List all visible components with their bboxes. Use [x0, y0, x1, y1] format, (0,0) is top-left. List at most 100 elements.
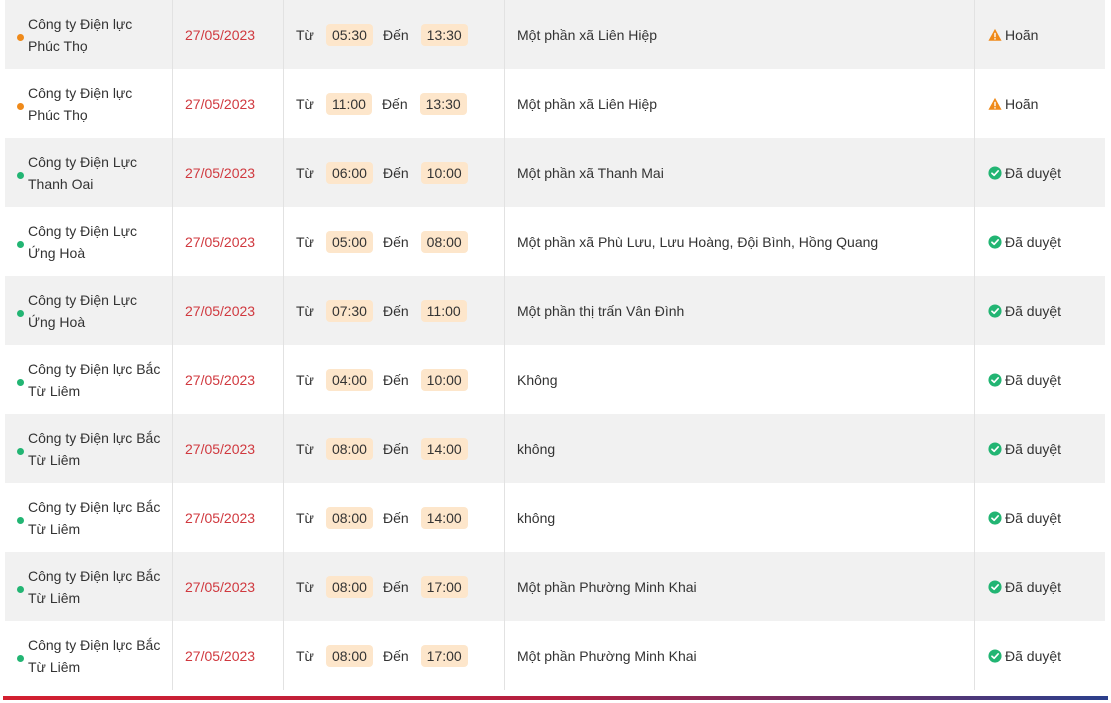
company-name-line2: Phúc Thọ — [28, 37, 88, 54]
company-name-line2: Phúc Thọ — [28, 106, 88, 123]
company-name-line2: Từ Liêm — [28, 589, 81, 606]
company-cell: Công ty Điện lực Bắc Từ Liêm — [5, 414, 173, 483]
end-time: 11:00 — [420, 299, 467, 322]
status-cell: Đã duyệt — [975, 345, 1105, 414]
status-dot — [17, 240, 24, 248]
start-time: 08:00 — [325, 506, 373, 529]
company-name-line1: Công ty Điện lực Bắc — [28, 360, 161, 377]
table-row[interactable]: Công ty Điện lực Bắc Từ Liêm 27/05/2023 Từ 0… — [5, 621, 1105, 690]
outage-date: 27/05/2023 — [185, 26, 256, 43]
outage-date: 27/05/2023 — [185, 440, 256, 457]
company-cell: Công ty Điện Lực Ứng Hoà — [5, 207, 173, 276]
outage-area: Một phần Phường Minh Khai — [517, 647, 697, 664]
company-cell: Công ty Điện lực Bắc Từ Liêm — [5, 345, 173, 414]
area-cell: Một phần xã Thanh Mai — [505, 138, 975, 207]
check-circle-icon — [988, 648, 1002, 663]
outage-schedule-table: Công ty Điện lực Phúc Thọ 27/05/2023 Từ 05:3… — [5, 0, 1105, 690]
from-label: Từ — [296, 95, 314, 112]
to-label: Đến — [381, 95, 408, 112]
start-time: 11:00 — [325, 92, 372, 115]
date-cell: 27/05/2023 — [173, 552, 284, 621]
table-row[interactable]: Công ty Điện Lực Ứng Hoà 27/05/2023 Từ 07:30… — [5, 276, 1105, 345]
outage-area: không — [517, 440, 556, 457]
check-circle-icon — [988, 234, 1002, 249]
company-name: Công ty Điện Lực Thanh Oai — [28, 151, 137, 195]
status-badge: Đã duyệt — [988, 372, 1061, 388]
status-cell: Hoãn — [975, 0, 1105, 69]
status-dot — [17, 171, 24, 179]
table-row[interactable]: Công ty Điện lực Bắc Từ Liêm 27/05/2023 Từ 0… — [5, 345, 1105, 414]
time-cell: Từ 04:00 Đến 10:00 — [284, 345, 505, 414]
to-label: Đến — [382, 371, 409, 388]
outage-date: 27/05/2023 — [185, 95, 256, 112]
table-row[interactable]: Công ty Điện lực Phúc Thọ 27/05/2023 Từ 11:0… — [5, 69, 1105, 138]
table-row[interactable]: Công ty Điện lực Bắc Từ Liêm 27/05/2023 Từ 0… — [5, 483, 1105, 552]
time-cell: Từ 06:00 Đến 10:00 — [284, 138, 505, 207]
table-row[interactable]: Công ty Điện Lực Thanh Oai 27/05/2023 Từ 06:… — [5, 138, 1105, 207]
to-label: Đến — [382, 26, 409, 43]
status-cell: Đã duyệt — [975, 138, 1105, 207]
status-badge: Đã duyệt — [988, 165, 1061, 181]
warning-icon — [988, 97, 1002, 110]
area-cell: Một phần thị trấn Vân Đình — [505, 276, 975, 345]
area-cell: Một phần xã Liên Hiệp — [505, 69, 975, 138]
status-dot — [17, 447, 24, 455]
to-label: Đến — [382, 578, 409, 595]
start-time: 06:00 — [325, 161, 373, 184]
outage-area: Một phần xã Phù Lưu, Lưu Hoàng, Đội Bình… — [517, 233, 879, 250]
company-name-line1: Công ty Điện Lực — [28, 153, 137, 170]
check-circle-icon — [988, 441, 1002, 456]
warning-icon — [988, 28, 1002, 41]
outage-area: Một phần xã Liên Hiệp — [517, 26, 658, 43]
status-badge: Đã duyệt — [988, 303, 1061, 319]
area-cell: không — [505, 414, 975, 483]
status-dot — [17, 309, 24, 317]
company-name-line2: Thanh Oai — [28, 175, 94, 192]
outage-area: Một phần Phường Minh Khai — [517, 578, 697, 595]
end-time: 17:00 — [420, 575, 468, 598]
to-label: Đến — [382, 647, 409, 664]
outage-date: 27/05/2023 — [185, 578, 256, 595]
table-row[interactable]: Công ty Điện lực Bắc Từ Liêm 27/05/2023 Từ 0… — [5, 414, 1105, 483]
end-time: 10:00 — [420, 161, 468, 184]
table-row[interactable]: Công ty Điện lực Phúc Thọ 27/05/2023 Từ 05:3… — [5, 0, 1105, 69]
company-name-line2: Ứng Hoà — [28, 313, 86, 330]
date-cell: 27/05/2023 — [173, 138, 284, 207]
company-name: Công ty Điện lực Phúc Thọ — [28, 13, 132, 57]
status-cell: Đã duyệt — [975, 414, 1105, 483]
company-name-line1: Công ty Điện Lực — [28, 291, 137, 308]
table-row[interactable]: Công ty Điện Lực Ứng Hoà 27/05/2023 Từ 05:00… — [5, 207, 1105, 276]
outage-area: Một phần thị trấn Vân Đình — [517, 302, 685, 319]
table-row[interactable]: Công ty Điện lực Bắc Từ Liêm 27/05/2023 Từ 0… — [5, 552, 1105, 621]
company-name: Công ty Điện Lực Ứng Hoà — [28, 220, 137, 264]
outage-date: 27/05/2023 — [185, 164, 256, 181]
from-label: Từ — [296, 509, 314, 526]
from-label: Từ — [296, 233, 314, 250]
status-badge: Đã duyệt — [988, 441, 1061, 457]
company-cell: Công ty Điện Lực Ứng Hoà — [5, 276, 173, 345]
time-cell: Từ 08:00 Đến 14:00 — [284, 483, 505, 552]
status-label: Đã duyệt — [1005, 509, 1062, 526]
footer-gradient-bar — [3, 696, 1108, 700]
status-badge: Đã duyệt — [988, 579, 1061, 595]
status-label: Đã duyệt — [1005, 164, 1062, 181]
time-cell: Từ 05:30 Đến 13:30 — [284, 0, 505, 69]
end-time: 13:30 — [419, 92, 467, 115]
outage-date: 27/05/2023 — [185, 509, 256, 526]
company-name-line1: Công ty Điện lực Bắc — [28, 567, 161, 584]
company-name: Công ty Điện lực Bắc Từ Liêm — [28, 358, 160, 402]
area-cell: Một phần xã Phù Lưu, Lưu Hoàng, Đội Bình… — [505, 207, 975, 276]
company-name: Công ty Điện lực Bắc Từ Liêm — [28, 634, 160, 678]
start-time: 05:30 — [325, 23, 373, 46]
status-cell: Đã duyệt — [975, 552, 1105, 621]
date-cell: 27/05/2023 — [173, 276, 284, 345]
check-circle-icon — [988, 510, 1002, 525]
outage-date: 27/05/2023 — [185, 233, 256, 250]
date-cell: 27/05/2023 — [173, 69, 284, 138]
status-label: Đã duyệt — [1005, 302, 1062, 319]
company-cell: Công ty Điện lực Bắc Từ Liêm — [5, 483, 173, 552]
date-cell: 27/05/2023 — [173, 0, 284, 69]
area-cell: Một phần Phường Minh Khai — [505, 621, 975, 690]
area-cell: Một phần Phường Minh Khai — [505, 552, 975, 621]
date-cell: 27/05/2023 — [173, 621, 284, 690]
